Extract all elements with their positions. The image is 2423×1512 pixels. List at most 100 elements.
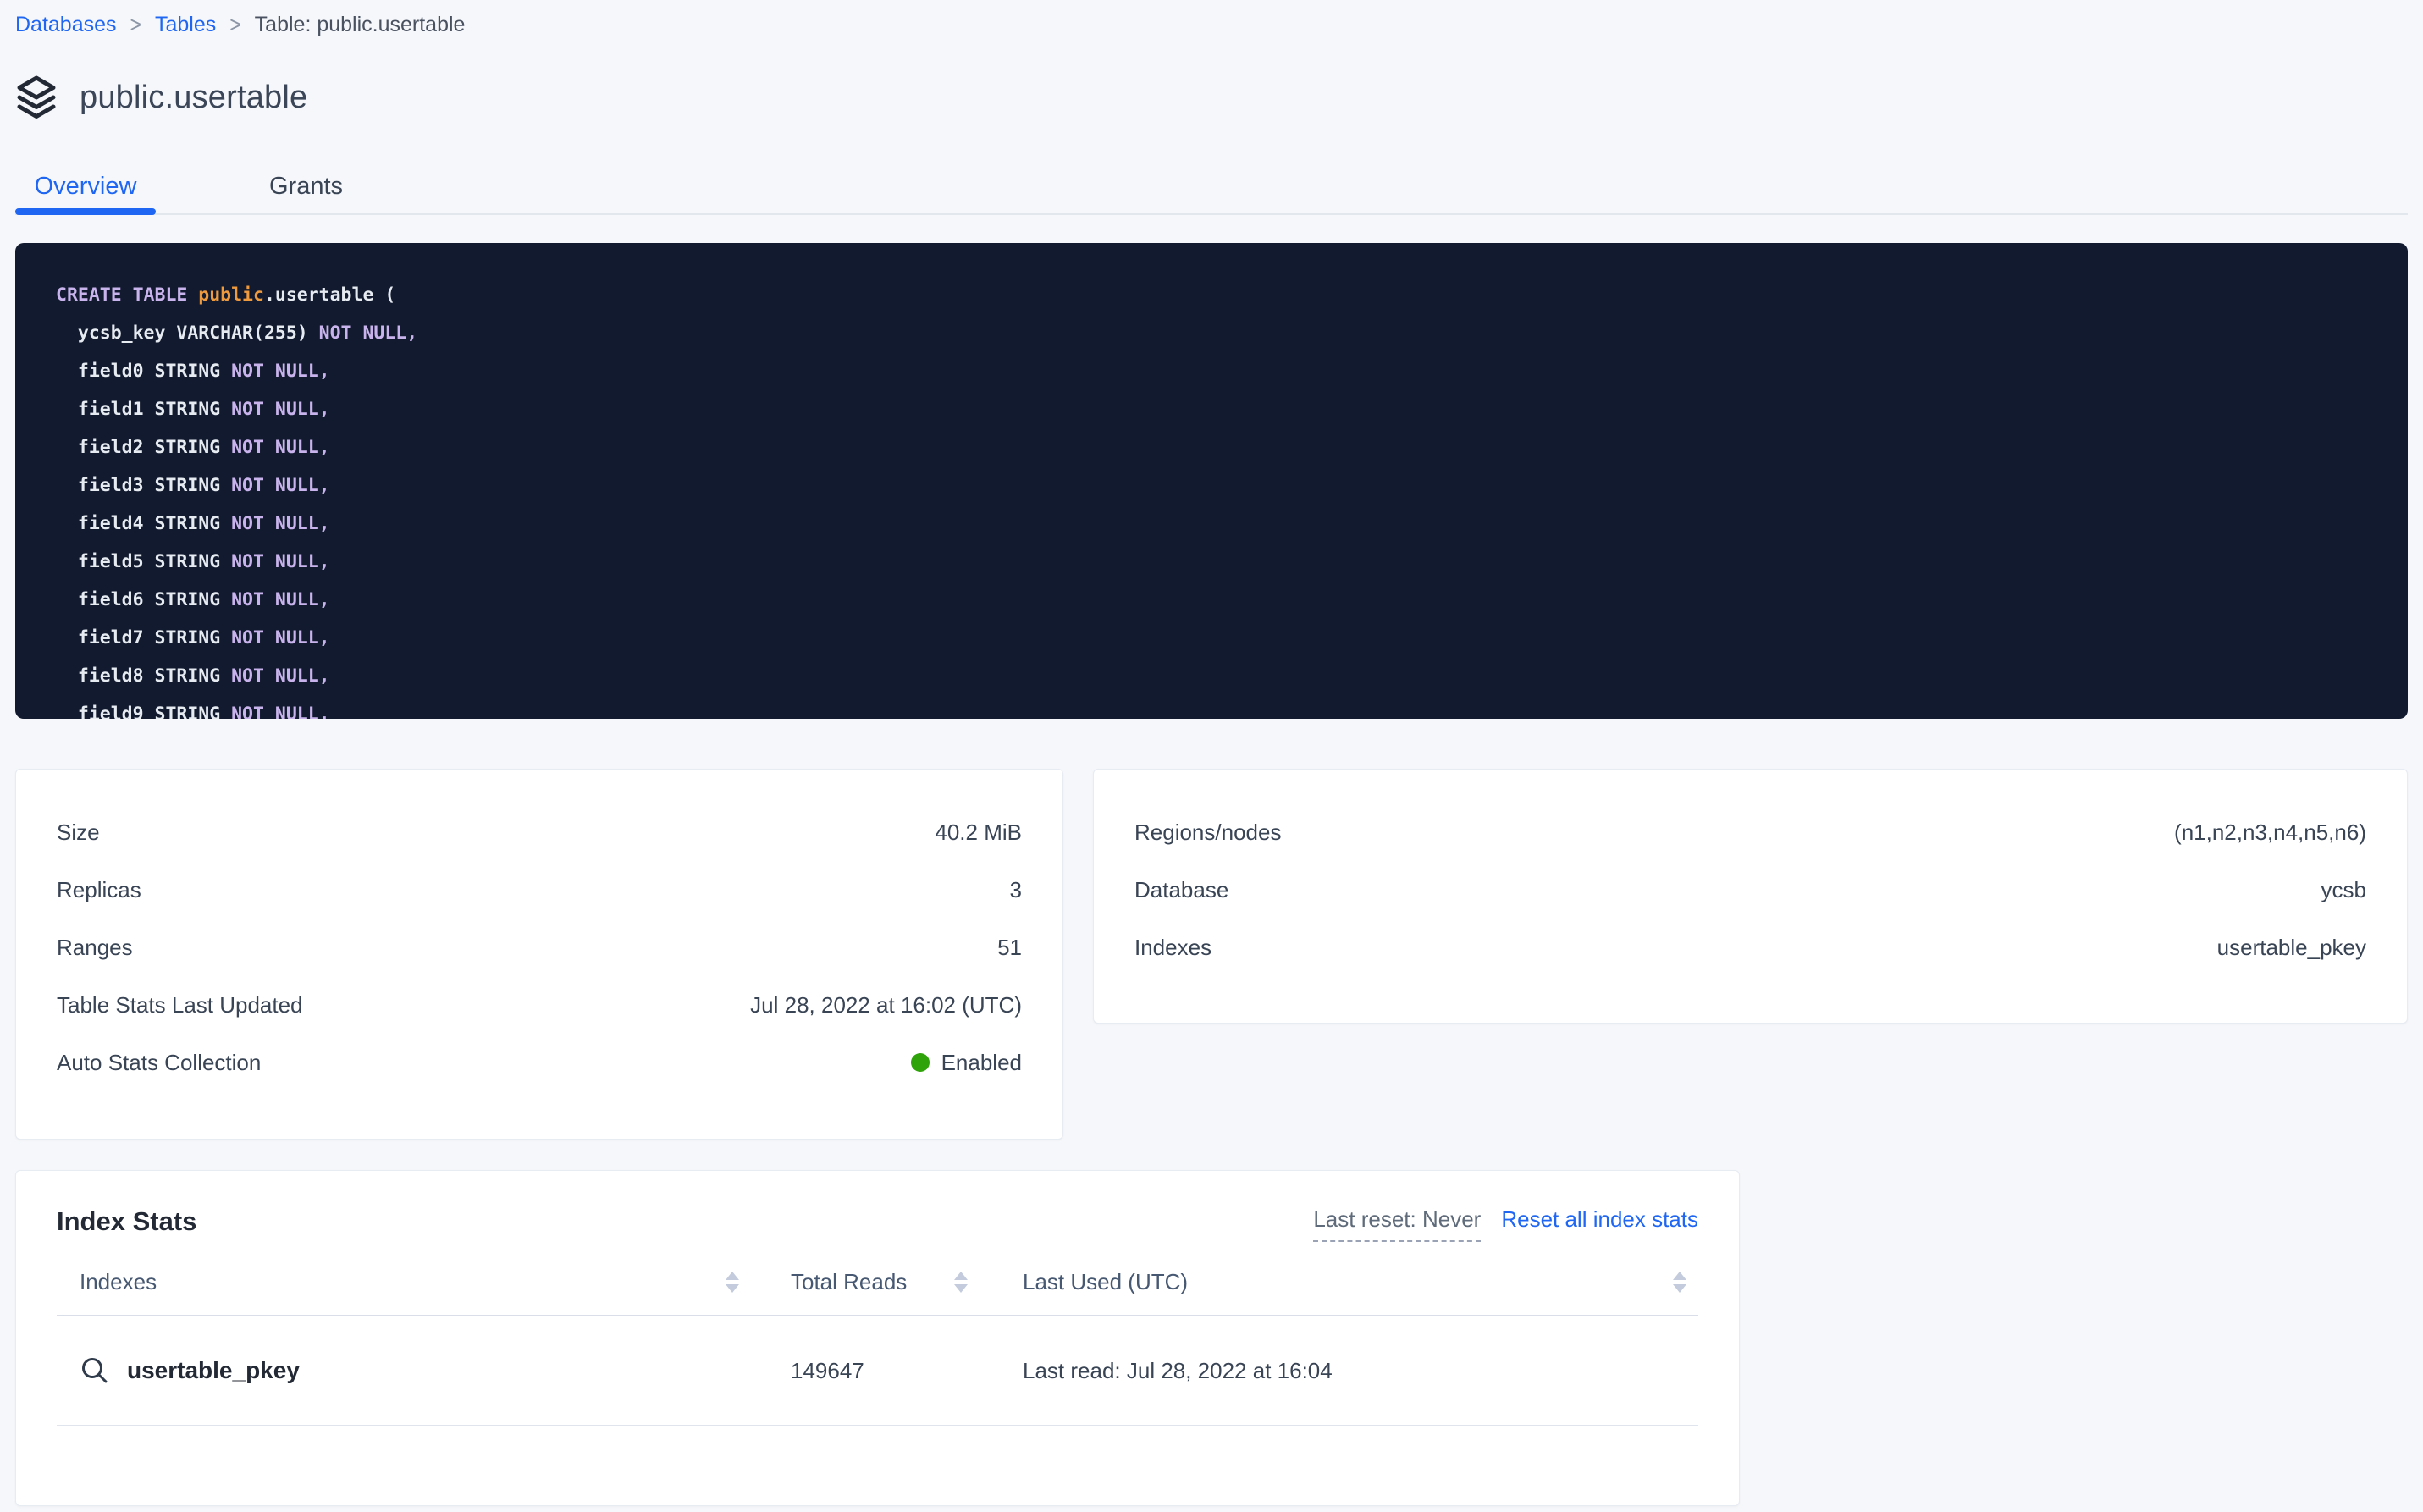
detail-value: 51 xyxy=(997,935,1022,961)
detail-label: Ranges xyxy=(57,935,133,961)
detail-label: Replicas xyxy=(57,877,141,903)
status-badge: Enabled xyxy=(941,1050,1022,1076)
code-token: NOT NULL, xyxy=(231,627,330,648)
table-details-page: Databases > Tables > Table: public.usert… xyxy=(0,0,2423,1512)
code-token: field5 STRING xyxy=(56,551,231,572)
detail-row-size: Size 40.2 MiB xyxy=(57,803,1022,861)
detail-label: Table Stats Last Updated xyxy=(57,992,303,1018)
index-table-row: usertable_pkey 149647 Last read: Jul 28,… xyxy=(57,1316,1698,1426)
code-line: field6 STRING NOT NULL, xyxy=(56,581,2382,619)
index-table-header-row: Indexes Total Reads Last Used (UTC) xyxy=(57,1249,1698,1316)
breadcrumb: Databases > Tables > Table: public.usert… xyxy=(15,8,2408,41)
code-token: NOT NULL, xyxy=(231,513,330,534)
code-token: NOT NULL, xyxy=(231,475,330,496)
index-stats-table: Indexes Total Reads Last Used (UTC) xyxy=(57,1249,1698,1426)
last-reset-label: Last reset: Never xyxy=(1313,1206,1481,1242)
code-token: public xyxy=(198,284,264,306)
code-token: NOT NULL, xyxy=(231,704,330,719)
index-stats-header: Index Stats Last reset: Never Reset all … xyxy=(57,1206,1698,1242)
code-line: field2 STRING NOT NULL, xyxy=(56,428,2382,466)
detail-row-indexes: Indexes usertable_pkey xyxy=(1134,919,2366,976)
code-line: field8 STRING NOT NULL, xyxy=(56,657,2382,695)
total-reads-cell: 149647 xyxy=(751,1358,980,1384)
breadcrumb-databases-link[interactable]: Databases xyxy=(15,13,117,37)
code-line: field1 STRING NOT NULL, xyxy=(56,390,2382,428)
sort-arrows-icon xyxy=(954,1272,968,1293)
column-header-label: Total Reads xyxy=(791,1269,907,1295)
reset-all-index-stats-link[interactable]: Reset all index stats xyxy=(1501,1206,1698,1233)
status-enabled-dot-icon xyxy=(911,1053,930,1072)
breadcrumb-separator-icon: > xyxy=(130,11,141,37)
tab-overview[interactable]: Overview xyxy=(15,159,156,213)
code-token: NOT NULL, xyxy=(231,399,330,420)
code-token: NOT NULL, xyxy=(319,323,418,344)
column-header-last-used[interactable]: Last Used (UTC) xyxy=(980,1269,1698,1295)
code-line: field3 STRING NOT NULL, xyxy=(56,466,2382,505)
create-table-statement: CREATE TABLE public.usertable ( ycsb_key… xyxy=(15,243,2408,719)
detail-row-stats-updated: Table Stats Last Updated Jul 28, 2022 at… xyxy=(57,976,1022,1034)
column-header-label: Indexes xyxy=(80,1269,157,1295)
sort-arrows-icon xyxy=(1673,1272,1686,1293)
detail-label: Database xyxy=(1134,877,1228,903)
breadcrumb-tables-link[interactable]: Tables xyxy=(155,13,216,37)
table-info-card: Regions/nodes (n1,n2,n3,n4,n5,n6) Databa… xyxy=(1093,769,2408,1024)
active-tab-underline xyxy=(15,208,156,215)
column-header-total-reads[interactable]: Total Reads xyxy=(751,1269,980,1295)
code-token: field7 STRING xyxy=(56,627,231,648)
detail-value: 40.2 MiB xyxy=(935,819,1022,846)
code-line: field4 STRING NOT NULL, xyxy=(56,505,2382,543)
code-line: field7 STRING NOT NULL, xyxy=(56,619,2382,657)
code-token: field2 STRING xyxy=(56,437,231,458)
code-token: field9 STRING xyxy=(56,704,231,719)
detail-row-auto-stats: Auto Stats Collection Enabled xyxy=(57,1034,1022,1091)
breadcrumb-current: Table: public.usertable xyxy=(255,13,466,37)
code-token: NOT NULL, xyxy=(231,361,330,382)
code-line: field0 STRING NOT NULL, xyxy=(56,352,2382,390)
code-token: .usertable ( xyxy=(264,284,395,306)
page-title: public.usertable xyxy=(80,80,307,116)
code-token: NOT NULL, xyxy=(231,665,330,687)
detail-row-ranges: Ranges 51 xyxy=(57,919,1022,976)
detail-value: Jul 28, 2022 at 16:02 (UTC) xyxy=(750,992,1022,1018)
detail-value: (n1,n2,n3,n4,n5,n6) xyxy=(2174,819,2366,846)
code-token: field8 STRING xyxy=(56,665,231,687)
layers-stack-icon xyxy=(15,74,58,120)
detail-row-database: Database ycsb xyxy=(1134,861,2366,919)
detail-row-regions: Regions/nodes (n1,n2,n3,n4,n5,n6) xyxy=(1134,803,2366,861)
detail-label: Regions/nodes xyxy=(1134,819,1281,846)
code-token: CREATE TABLE xyxy=(56,284,198,306)
detail-row-replicas: Replicas 3 xyxy=(57,861,1022,919)
sort-arrows-icon xyxy=(726,1272,739,1293)
code-line: ycsb_key VARCHAR(255) NOT NULL, xyxy=(56,314,2382,352)
index-stats-heading: Index Stats xyxy=(57,1206,196,1237)
details-section: Size 40.2 MiB Replicas 3 Ranges 51 Table… xyxy=(15,769,2408,1140)
magnifier-icon xyxy=(80,1355,110,1386)
code-line: CREATE TABLE public.usertable ( xyxy=(56,276,2382,314)
code-token: NOT NULL, xyxy=(231,589,330,610)
column-header-label: Last Used (UTC) xyxy=(1023,1269,1188,1295)
breadcrumb-separator-icon: > xyxy=(229,11,240,37)
detail-value: Enabled xyxy=(911,1050,1022,1076)
code-token: field3 STRING xyxy=(56,475,231,496)
detail-label: Auto Stats Collection xyxy=(57,1050,261,1076)
code-token: ycsb_key VARCHAR(255) xyxy=(56,323,319,344)
code-token: field0 STRING xyxy=(56,361,231,382)
tab-overview-label: Overview xyxy=(35,173,137,201)
code-line: field5 STRING NOT NULL, xyxy=(56,543,2382,581)
index-name-cell[interactable]: usertable_pkey xyxy=(57,1355,751,1386)
index-stats-actions: Last reset: Never Reset all index stats xyxy=(1313,1206,1698,1242)
code-token: field6 STRING xyxy=(56,589,231,610)
detail-label: Indexes xyxy=(1134,935,1212,961)
column-header-indexes[interactable]: Indexes xyxy=(57,1269,751,1295)
index-name[interactable]: usertable_pkey xyxy=(127,1357,300,1384)
tab-grants-label: Grants xyxy=(269,173,343,201)
code-line: field9 STRING NOT NULL, xyxy=(56,695,2382,719)
detail-label: Size xyxy=(57,819,100,846)
code-token: NOT NULL, xyxy=(231,551,330,572)
tab-bar: Overview Grants xyxy=(15,159,2408,215)
code-token: field1 STRING xyxy=(56,399,231,420)
code-token: field4 STRING xyxy=(56,513,231,534)
last-used-cell: Last read: Jul 28, 2022 at 16:04 xyxy=(980,1358,1698,1384)
detail-value: ycsb xyxy=(2321,877,2366,903)
tab-grants[interactable]: Grants xyxy=(261,159,351,213)
